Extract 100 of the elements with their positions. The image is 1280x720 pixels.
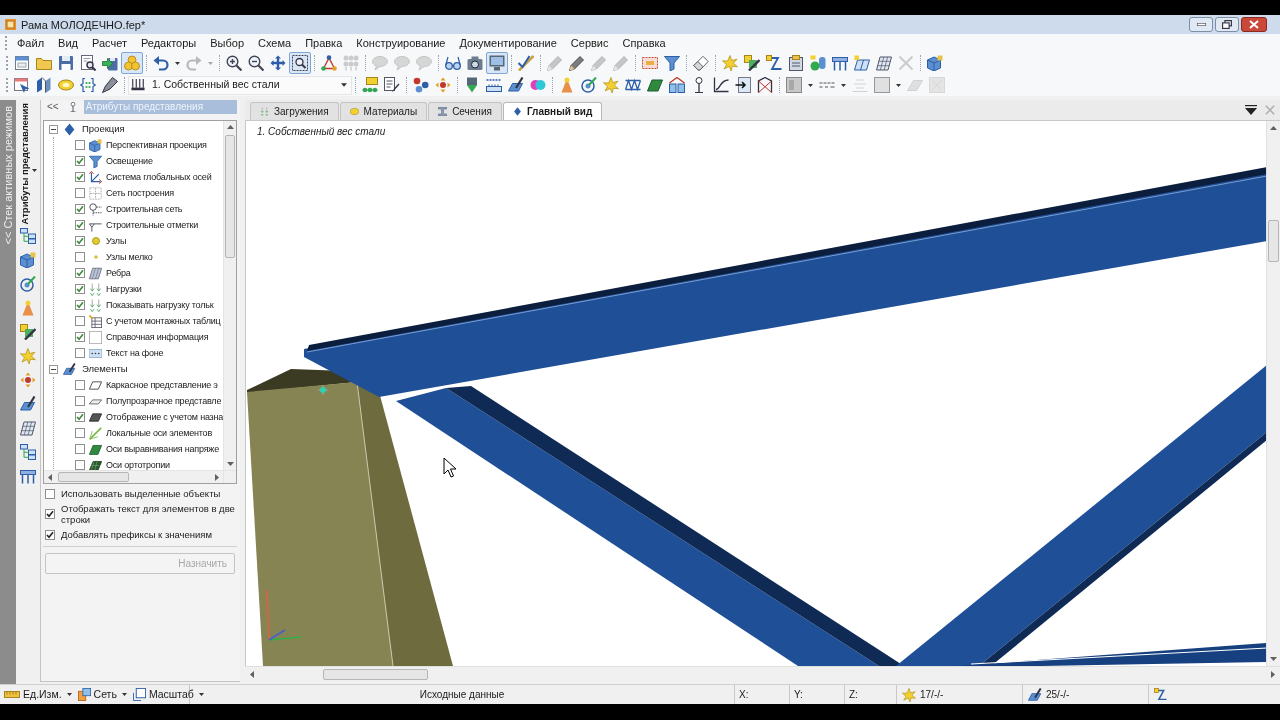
window-icon[interactable] [14,55,30,71]
checkbox[interactable] [75,332,85,342]
tree-item-label[interactable]: Система глобальных осей [106,171,212,183]
grip-handle[interactable] [6,78,8,92]
model-viewport[interactable]: 1. Собственный вес стали [245,121,1266,666]
scrollbar-thumb[interactable] [323,668,428,680]
checkbox[interactable] [45,529,55,540]
checkbox[interactable] [75,428,85,438]
undo-arrow-icon[interactable] [153,55,169,71]
star-burst-icon[interactable] [603,77,619,93]
horizontal-scrollbar[interactable] [44,470,223,483]
block-arrow-icon[interactable] [464,77,480,93]
tree-item-label[interactable]: Каркасное представление э [106,379,218,391]
collapse-button[interactable]: << [47,101,59,113]
move-arrows-icon[interactable] [270,55,286,71]
tree-item-label[interactable]: Освещение [106,155,153,167]
menu-item[interactable]: Конструирование [349,35,453,51]
checkbox[interactable] [75,268,85,278]
checkbox[interactable] [75,460,85,470]
tree-item-label[interactable]: Узлы мелко [106,251,153,263]
checkbox[interactable] [75,204,85,214]
grip-handle[interactable] [5,36,7,50]
graph-curve-icon[interactable] [713,77,729,93]
hierarchy-icon[interactable] [20,227,36,244]
caret-icon[interactable] [896,83,901,87]
tree-item-label[interactable]: Ребра [106,267,131,279]
checkbox[interactable] [75,348,85,358]
tree-expander[interactable] [49,124,58,134]
tree-item-label[interactable]: Показывать нагрузку тольк [106,299,214,311]
scrollbar-thumb[interactable] [225,135,235,258]
right-arrow-icon[interactable] [215,473,219,481]
option-label[interactable]: Добавлять префиксы к значениям [61,529,237,540]
node-arrows-icon[interactable] [435,77,451,93]
tree-item-label[interactable]: Отображение с учетом назна [106,411,223,423]
checkbox[interactable] [75,220,85,230]
tree-expander[interactable] [49,364,58,374]
frame-braces-icon[interactable] [757,77,773,93]
grid-panel-icon[interactable] [20,419,36,436]
status-dropdown[interactable]: Масштаб [132,686,204,703]
tree-item-label[interactable]: Нагрузки [106,283,142,295]
square-pencil-icon[interactable] [20,323,36,340]
scrollbar-thumb[interactable] [58,472,129,482]
truss-icon[interactable] [625,77,641,93]
camera-icon[interactable] [467,55,483,71]
eraser-icon[interactable] [693,55,709,71]
arrow-disk-icon[interactable] [102,55,118,71]
tree-item-label[interactable]: Полупрозрачное представле [106,395,222,407]
ruler-icon[interactable] [486,77,502,93]
tree-group-label[interactable]: Проекция [82,123,125,135]
square-pencil-icon[interactable] [744,55,760,71]
menu-item[interactable]: Вид [51,35,85,51]
option-label[interactable]: Использовать выделенные объекты [61,488,237,499]
window-cursor-icon[interactable] [14,77,30,93]
tree-item-label[interactable]: Перспективная проекция [106,139,207,151]
side-tab[interactable]: Атрибуты представления [19,103,31,225]
vertical-scrollbar[interactable] [223,121,236,470]
menu-item[interactable]: Документирование [452,35,564,51]
up-arrow-icon[interactable] [226,125,234,129]
menu-item[interactable]: Справка [615,35,673,51]
funnel-icon[interactable] [664,55,680,71]
status-dropdown[interactable]: Ед.Изм. [4,686,72,703]
checkbox[interactable] [75,300,85,310]
two-circles-icon[interactable] [530,77,546,93]
restore-button[interactable] [1215,17,1239,32]
star-burst-icon[interactable] [20,347,36,364]
braces-dots-icon[interactable] [80,77,96,93]
document-tab[interactable]: Главный вид [502,102,603,120]
glasses-icon[interactable] [445,55,461,71]
checkbox[interactable] [75,444,85,454]
checkbox[interactable] [75,396,85,406]
caret-icon[interactable] [32,169,37,172]
checkbox[interactable] [45,509,55,519]
table-icon[interactable] [20,467,36,484]
tree-item-label[interactable]: Оси ортотропии [106,459,170,470]
checkbox[interactable] [75,252,85,262]
right-arrow-icon[interactable] [1271,670,1275,678]
cube-icon[interactable] [20,251,36,268]
node-arrows-icon[interactable] [20,371,36,388]
triangle-nodes-icon[interactable] [321,55,337,71]
up-arrow-icon[interactable] [1270,126,1277,130]
hierarchy-icon[interactable] [20,443,36,460]
checkbox[interactable] [75,380,85,390]
down-arrow-icon[interactable] [226,462,234,466]
down-arrow-icon[interactable] [1270,657,1277,661]
folder-icon[interactable] [36,55,52,71]
dots-cluster-icon[interactable] [413,77,429,93]
page-search-icon[interactable] [80,55,96,71]
caret-icon[interactable] [808,83,813,87]
scrollbar-thumb[interactable] [1268,220,1279,262]
eye-icon[interactable] [58,77,74,93]
frame-boxes-icon[interactable] [669,77,685,93]
nodes-table-icon[interactable] [362,77,378,93]
menu-item[interactable]: Выбор [203,35,251,51]
tree-item-label[interactable]: С учетом монтажных таблиц [106,315,221,327]
target-icon[interactable] [581,77,597,93]
dashed-frame-icon[interactable] [642,55,658,71]
checkbox[interactable] [75,140,85,150]
cube-icon[interactable] [927,55,943,71]
tree-item-label[interactable]: Сеть построения [106,187,174,199]
horizontal-scrollbar[interactable] [245,666,1280,681]
